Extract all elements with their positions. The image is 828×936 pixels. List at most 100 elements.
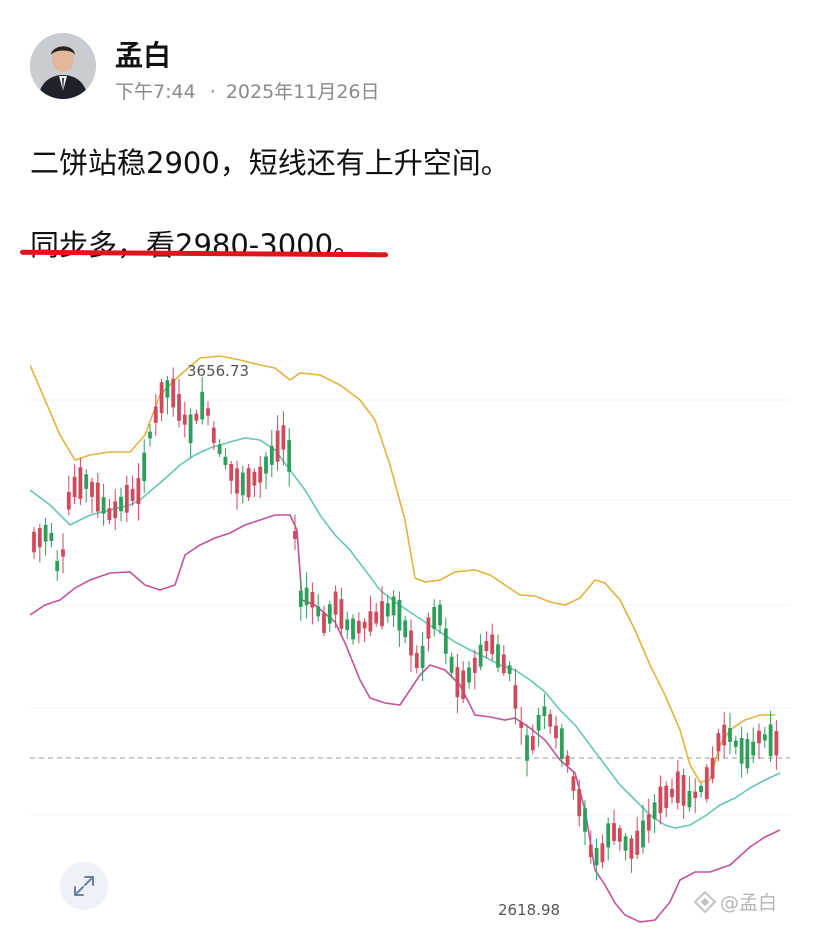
candle-body-81 [501, 654, 506, 674]
candle-body-78 [484, 640, 489, 652]
candle-body-67 [420, 645, 425, 669]
candle-body-120 [728, 728, 732, 742]
candle-body-88 [542, 706, 547, 717]
candle-body-46 [298, 590, 303, 607]
candle-body-48 [310, 592, 315, 608]
candle-body-16 [124, 484, 129, 513]
candle-body-34 [229, 464, 234, 481]
candle-body-72 [449, 656, 454, 673]
candle-body-56 [356, 620, 361, 634]
candle-body-57 [362, 621, 367, 629]
candle-body-58 [368, 611, 373, 632]
candle-body-27 [188, 414, 193, 444]
candle-body-0 [32, 531, 36, 553]
candle-body-109 [664, 785, 669, 809]
candle-body-97 [594, 847, 599, 866]
candle-body-71 [443, 628, 448, 654]
expand-button[interactable] [60, 862, 108, 910]
upper-band-line [30, 355, 775, 783]
author-name[interactable]: 孟白 [115, 34, 171, 74]
candle-body-86 [530, 736, 535, 751]
candle-body-110 [670, 788, 674, 798]
candle-body-111 [675, 771, 680, 803]
candle-body-66 [414, 652, 419, 668]
candle-body-85 [525, 735, 529, 761]
low-price-label: 2618.98 [498, 901, 560, 919]
candle-body-126 [762, 734, 767, 741]
candle-body-8 [78, 467, 83, 499]
candlestick-chart: 3656.73 2618.98 [30, 355, 790, 923]
candle-body-53 [339, 599, 344, 629]
candle-body-93 [571, 776, 576, 791]
candle-body-69 [432, 606, 437, 629]
candle-body-50 [322, 613, 326, 633]
candle-body-45 [293, 531, 297, 539]
candle-body-21 [153, 406, 158, 423]
candle-body-36 [240, 472, 245, 496]
candle-body-28 [194, 413, 199, 421]
candle-body-25 [177, 394, 181, 421]
candle-body-15 [119, 496, 123, 512]
candle-body-6 [66, 492, 71, 510]
candle-body-125 [757, 730, 761, 744]
candle-body-103 [629, 838, 634, 859]
candle-body-20 [148, 431, 152, 439]
candle-body-77 [478, 644, 483, 667]
candle-body-63 [397, 599, 402, 631]
post-time: 下午7:44 [115, 81, 196, 103]
candle-body-100 [612, 823, 616, 841]
candle-body-122 [739, 737, 744, 764]
candle-body-7 [72, 476, 77, 498]
candle-body-94 [577, 788, 582, 817]
candle-body-105 [641, 820, 645, 848]
candle-body-70 [438, 604, 442, 626]
lower-band-line [30, 514, 781, 923]
candle-body-83 [513, 685, 518, 709]
candle-body-9 [84, 474, 89, 489]
candle-body-37 [246, 468, 251, 498]
candle-body-74 [461, 670, 466, 699]
candle-body-41 [269, 445, 274, 465]
candle-body-31 [211, 427, 216, 443]
candle-body-128 [774, 731, 779, 756]
candle-body-55 [351, 618, 355, 640]
post-date: 2025年11月26日 [225, 81, 380, 103]
candle-body-17 [130, 488, 135, 502]
candle-body-65 [409, 630, 413, 656]
avatar[interactable] [30, 33, 96, 99]
chart-image[interactable]: 3656.73 2618.98 [30, 340, 790, 925]
candle-body-99 [606, 823, 611, 848]
candle-body-108 [658, 786, 663, 814]
candle-body-61 [385, 603, 390, 617]
candle-body-123 [745, 739, 750, 769]
candle-body-39 [258, 466, 263, 483]
high-price-label: 3656.73 [187, 362, 249, 380]
candle-body-52 [333, 591, 338, 615]
candle-body-127 [768, 724, 773, 757]
candle-body-117 [710, 757, 715, 779]
candle-body-118 [716, 733, 721, 752]
candle-body-82 [507, 665, 512, 674]
candle-body-22 [159, 382, 164, 414]
post-text-line1: 二饼站稳2900，短线还有上升空间。 [30, 146, 510, 180]
candle-body-98 [600, 843, 605, 863]
candle-body-84 [519, 721, 524, 728]
candle-body-5 [61, 549, 65, 557]
candle-body-107 [652, 802, 657, 820]
candle-body-119 [722, 724, 727, 746]
candle-body-11 [95, 482, 100, 512]
candle-body-62 [391, 596, 396, 616]
candle-body-19 [142, 452, 147, 482]
candle-body-1 [37, 528, 42, 548]
candle-body-87 [536, 714, 541, 731]
post-meta: 下午7:44 · 2025年11月26日 [115, 77, 380, 104]
candle-body-80 [496, 644, 500, 668]
candle-body-14 [113, 501, 118, 519]
candle-body-2 [43, 524, 48, 542]
candle-body-60 [380, 601, 384, 627]
candle-body-24 [171, 378, 176, 408]
candle-body-12 [101, 497, 106, 514]
candle-body-92 [565, 755, 570, 766]
candles-group [32, 367, 779, 881]
post-text-line2: 同步多，看2980-3000。 [30, 228, 363, 262]
